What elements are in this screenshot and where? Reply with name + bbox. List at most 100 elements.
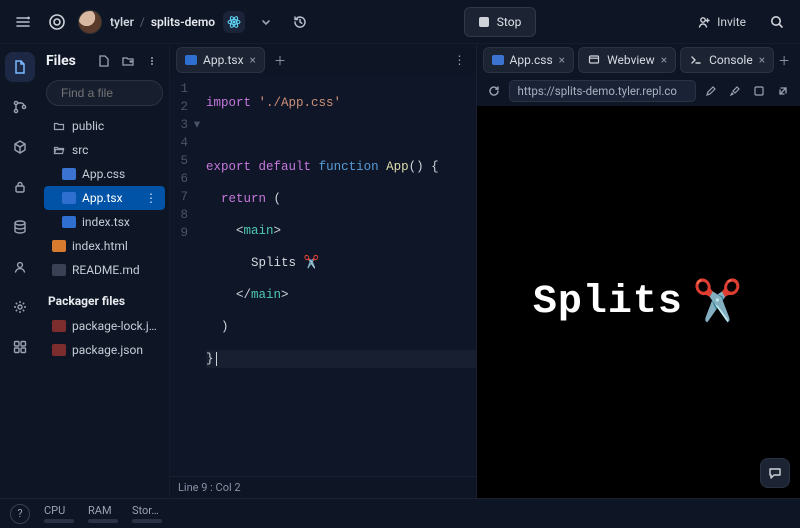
tab-console[interactable]: Console × (680, 47, 774, 73)
react-badge-icon[interactable] (223, 11, 245, 33)
rail-secrets-icon[interactable] (5, 172, 35, 202)
file-index-tsx[interactable]: index.tsx (44, 210, 165, 234)
avatar[interactable] (78, 10, 102, 34)
reload-icon[interactable] (485, 82, 503, 100)
stop-label: Stop (497, 15, 522, 29)
rail-settings-icon[interactable] (5, 292, 35, 322)
sidebar: Files public src App.css App.tsx⋮ index.… (40, 44, 170, 498)
topbar: tyler / splits-demo Stop Invite (0, 0, 800, 44)
webview-urlbar: https://splits-demo.tyler.repl.co (477, 76, 800, 106)
url-text: https://splits-demo.tyler.repl.co (518, 84, 677, 98)
file-package-lock[interactable]: package-lock.js… (44, 314, 165, 338)
editor-tab-app-tsx[interactable]: App.tsx × (176, 47, 265, 73)
folder-open-icon (52, 143, 66, 157)
rail-packages-icon[interactable] (5, 132, 35, 162)
packager-list: package-lock.js… package.json (40, 312, 169, 368)
text-cursor-icon (216, 352, 217, 366)
menu-icon[interactable] (10, 9, 36, 35)
stop-icon (479, 17, 489, 27)
packager-section-title: Packager files (40, 288, 169, 312)
rail-vcs-icon[interactable] (5, 92, 35, 122)
file-app-css[interactable]: App.css (44, 162, 165, 186)
webview-preview[interactable]: Splits ✂️ (477, 106, 800, 498)
code-content[interactable]: import './App.css' export default functi… (202, 76, 476, 476)
rail-files-icon[interactable] (5, 52, 35, 82)
cursor-position: Line 9 : Col 2 (178, 481, 241, 494)
folder-public[interactable]: public (44, 114, 165, 138)
tab-app-css[interactable]: App.css × (483, 47, 575, 73)
new-tab-icon[interactable]: ＋ (778, 49, 790, 71)
close-tab-icon[interactable]: × (250, 53, 256, 67)
new-tab-icon[interactable]: ＋ (269, 49, 291, 71)
new-file-icon[interactable] (95, 52, 113, 70)
preview-text: Splits (533, 280, 683, 325)
tab-label: App.css (510, 53, 553, 67)
ts-file-icon (185, 55, 197, 65)
close-tab-icon[interactable]: × (661, 53, 667, 67)
invite-button[interactable]: Invite (687, 8, 756, 36)
tool-rail (0, 44, 40, 498)
chevron-down-icon[interactable] (253, 9, 279, 35)
line-gutter: 123456789 (170, 76, 192, 476)
rail-extensions-icon[interactable] (5, 332, 35, 362)
screenshot-icon[interactable] (750, 82, 768, 100)
meter-cpu[interactable]: CPU (44, 504, 74, 523)
sidebar-title: Files (46, 53, 89, 69)
meter-label: Stor… (132, 504, 159, 517)
code-editor[interactable]: 123456789 ▾ import './App.css' export de… (170, 76, 476, 476)
open-external-icon[interactable] (774, 82, 792, 100)
edit-url-icon[interactable] (702, 82, 720, 100)
webview-icon (587, 53, 601, 67)
new-folder-icon[interactable] (119, 52, 137, 70)
meter-ram[interactable]: RAM (88, 504, 118, 523)
sidebar-more-icon[interactable] (143, 52, 161, 70)
editor-statusbar: Line 9 : Col 2 (170, 476, 476, 498)
fold-gutter[interactable]: ▾ (192, 76, 202, 476)
tab-label: Webview (607, 53, 655, 67)
css-file-icon (492, 55, 504, 65)
close-tab-icon[interactable]: × (559, 53, 565, 67)
file-index-html[interactable]: index.html (44, 234, 165, 258)
html-file-icon (52, 240, 66, 252)
rail-account-icon[interactable] (5, 252, 35, 282)
folder-icon (52, 119, 66, 133)
tab-label: Console (709, 53, 753, 67)
breadcrumb-project[interactable]: splits-demo (151, 15, 215, 29)
file-readme[interactable]: README.md (44, 258, 165, 282)
close-tab-icon[interactable]: × (759, 53, 765, 67)
file-tree: public src App.css App.tsx⋮ index.tsx in… (40, 112, 169, 288)
preview-pane: App.css × Webview × Console × ＋ ⋮ ht (477, 44, 800, 498)
scissors-emoji-icon: ✂️ (693, 277, 744, 327)
console-icon (689, 53, 703, 67)
file-app-tsx[interactable]: App.tsx⋮ (44, 186, 165, 210)
help-icon[interactable]: ? (10, 504, 30, 524)
file-actions-icon[interactable]: ⋮ (143, 191, 159, 205)
meter-label: CPU (44, 504, 65, 517)
right-more-icon[interactable]: ⋮ (794, 53, 800, 67)
md-file-icon (52, 264, 66, 276)
devtools-icon[interactable] (726, 82, 744, 100)
invite-icon (697, 15, 711, 29)
editor-more-icon[interactable]: ⋮ (450, 53, 470, 67)
json-file-icon (52, 344, 66, 356)
rail-database-icon[interactable] (5, 212, 35, 242)
meter-storage[interactable]: Stor… (132, 504, 162, 523)
tab-webview[interactable]: Webview × (578, 47, 676, 73)
file-package-json[interactable]: package.json (44, 338, 165, 362)
footer: ? CPU RAM Stor… (0, 498, 800, 528)
breadcrumb-sep: / (140, 15, 145, 29)
search-icon[interactable] (764, 9, 790, 35)
right-tabs: App.css × Webview × Console × ＋ ⋮ (477, 44, 800, 76)
folder-src[interactable]: src (44, 138, 165, 162)
breadcrumb-user[interactable]: tyler (110, 15, 134, 29)
file-search[interactable] (46, 80, 163, 106)
tab-label: App.tsx (203, 53, 244, 67)
stop-button[interactable]: Stop (464, 7, 537, 37)
breadcrumb: tyler / splits-demo (110, 15, 215, 29)
css-file-icon (62, 168, 76, 180)
chat-fab-icon[interactable] (760, 458, 790, 488)
history-icon[interactable] (287, 9, 313, 35)
ts-file-icon (62, 216, 76, 228)
url-field[interactable]: https://splits-demo.tyler.repl.co (509, 80, 696, 102)
replit-logo-icon[interactable] (44, 9, 70, 35)
